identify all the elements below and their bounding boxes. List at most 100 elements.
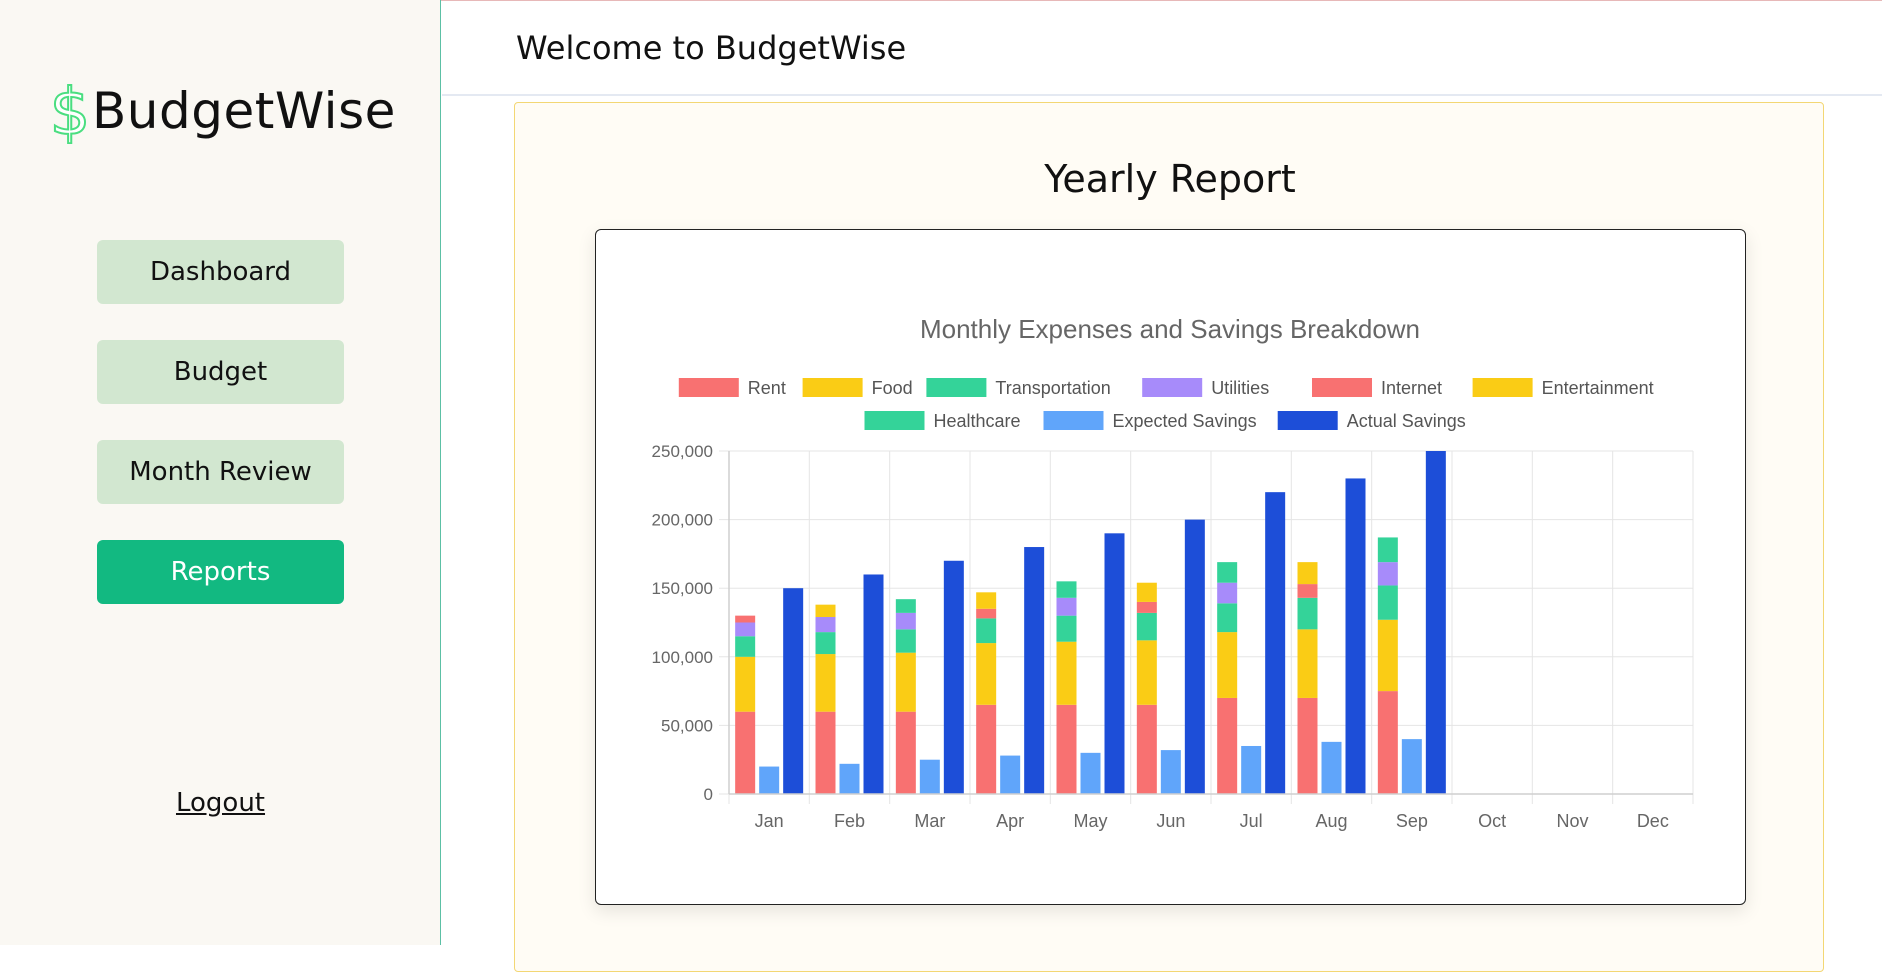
bar-group-jan	[735, 588, 804, 794]
y-tick-label: 0	[704, 785, 713, 804]
bar-utilities-jul	[1217, 582, 1238, 604]
chart-card: Monthly Expenses and Savings Breakdown R…	[595, 229, 1746, 905]
x-tick-label: Jul	[1240, 811, 1263, 831]
bar-internet-jun	[1136, 601, 1157, 613]
legend-item-internet: Internet	[1312, 378, 1442, 398]
bar-group-sep	[1377, 451, 1446, 794]
bar-expected-savings-aug	[1321, 741, 1342, 794]
x-tick-label: Aug	[1315, 811, 1347, 831]
bar-rent-feb	[815, 711, 836, 794]
y-tick-label: 100,000	[652, 648, 713, 667]
bar-rent-mar	[895, 711, 916, 794]
chart-bars	[735, 451, 1446, 794]
report-panel: Yearly Report Monthly Expenses and Savin…	[514, 102, 1824, 972]
bar-entertainment-aug	[1297, 562, 1318, 585]
nav-reports-button[interactable]: Reports	[97, 540, 344, 604]
x-tick-label: Feb	[834, 811, 865, 831]
bar-internet-jan	[735, 615, 756, 623]
legend-swatch-utilities	[1142, 378, 1203, 397]
bar-actual-savings-feb	[863, 574, 884, 794]
bar-transportation-sep	[1377, 585, 1398, 620]
x-tick-label: Nov	[1556, 811, 1588, 831]
legend-swatch-internet	[1312, 378, 1372, 397]
bar-food-aug	[1297, 629, 1318, 698]
chart-title: Monthly Expenses and Savings Breakdown	[920, 314, 1420, 344]
legend-item-entertainment: Entertainment	[1472, 378, 1654, 398]
bar-food-may	[1056, 641, 1077, 705]
bar-group-mar	[895, 560, 964, 794]
legend-label-actual-savings: Actual Savings	[1347, 411, 1466, 431]
bar-expected-savings-feb	[839, 763, 860, 794]
nav-budget-button[interactable]: Budget	[97, 340, 344, 404]
x-tick-label: Jan	[755, 811, 784, 831]
legend-label-utilities: Utilities	[1211, 378, 1269, 398]
bar-utilities-may	[1056, 597, 1077, 616]
bar-food-feb	[815, 654, 836, 712]
legend-label-healthcare: Healthcare	[934, 411, 1021, 431]
bar-transportation-feb	[815, 632, 836, 655]
bar-healthcare-mar	[895, 599, 916, 613]
bar-actual-savings-aug	[1345, 478, 1366, 794]
bar-rent-apr	[976, 704, 997, 794]
bar-expected-savings-jul	[1241, 745, 1262, 794]
y-tick-label: 250,000	[652, 442, 713, 461]
legend-item-food: Food	[802, 378, 913, 398]
bar-entertainment-apr	[976, 592, 997, 609]
y-tick-label: 150,000	[652, 579, 713, 598]
bar-actual-savings-may	[1104, 533, 1125, 794]
legend-label-transportation: Transportation	[995, 378, 1110, 398]
logout-link[interactable]: Logout	[97, 788, 344, 818]
nav-dashboard-button[interactable]: Dashboard	[97, 240, 344, 304]
legend-label-internet: Internet	[1381, 378, 1442, 398]
report-title: Yearly Report	[1044, 157, 1296, 201]
bar-utilities-feb	[815, 617, 836, 633]
bar-utilities-jan	[735, 622, 756, 637]
legend-item-transportation: Transportation	[926, 378, 1111, 398]
chart-legend: Rent Food Transportation Utilities Internet E…	[678, 378, 1654, 431]
bar-transportation-jun	[1136, 612, 1157, 641]
nav-month-review-button[interactable]: Month Review	[97, 440, 344, 504]
bar-group-apr	[976, 547, 1045, 794]
x-tick-label: Mar	[914, 811, 945, 831]
bar-transportation-jan	[735, 636, 756, 657]
bar-group-may	[1056, 533, 1125, 794]
header: Welcome to BudgetWise	[442, 1, 1882, 96]
bar-expected-savings-may	[1080, 752, 1101, 794]
legend-item-healthcare: Healthcare	[864, 411, 1021, 431]
chart-grid: 0 50,000 100,000 150,000 200,000 250,000	[652, 442, 1694, 804]
x-tick-label: Dec	[1637, 811, 1669, 831]
bar-transportation-jul	[1217, 603, 1238, 633]
expenses-savings-chart: Monthly Expenses and Savings Breakdown R…	[652, 314, 1694, 831]
legend-item-rent: Rent	[678, 378, 786, 398]
bar-actual-savings-mar	[943, 560, 964, 794]
bar-transportation-apr	[976, 618, 997, 644]
x-tick-label: Jun	[1156, 811, 1185, 831]
y-tick-label: 200,000	[652, 511, 713, 530]
svg-text:$: $	[50, 78, 90, 144]
bar-food-jan	[735, 656, 756, 712]
bar-group-feb	[815, 574, 884, 794]
bar-food-sep	[1377, 619, 1398, 692]
x-tick-label: Oct	[1478, 811, 1506, 831]
bar-rent-sep	[1377, 691, 1398, 794]
bar-entertainment-jun	[1136, 582, 1157, 602]
legend-swatch-food	[802, 378, 863, 397]
bar-food-jun	[1136, 640, 1157, 705]
bar-rent-jun	[1136, 704, 1157, 794]
x-tick-label: Sep	[1396, 811, 1428, 831]
bar-utilities-mar	[895, 612, 916, 630]
legend-swatch-transportation	[926, 378, 987, 397]
bar-healthcare-sep	[1377, 537, 1398, 563]
bar-expected-savings-apr	[1000, 755, 1021, 794]
bar-food-jul	[1217, 632, 1238, 698]
legend-swatch-expected-savings	[1043, 411, 1104, 430]
bar-internet-apr	[976, 608, 997, 619]
bar-rent-jan	[735, 711, 756, 794]
bar-transportation-aug	[1297, 597, 1318, 630]
bar-expected-savings-jun	[1160, 750, 1181, 794]
legend-swatch-actual-savings	[1277, 411, 1338, 430]
bar-actual-savings-jan	[783, 588, 804, 794]
legend-label-food: Food	[872, 378, 913, 398]
bar-utilities-sep	[1377, 562, 1398, 586]
bar-rent-jul	[1217, 697, 1238, 794]
